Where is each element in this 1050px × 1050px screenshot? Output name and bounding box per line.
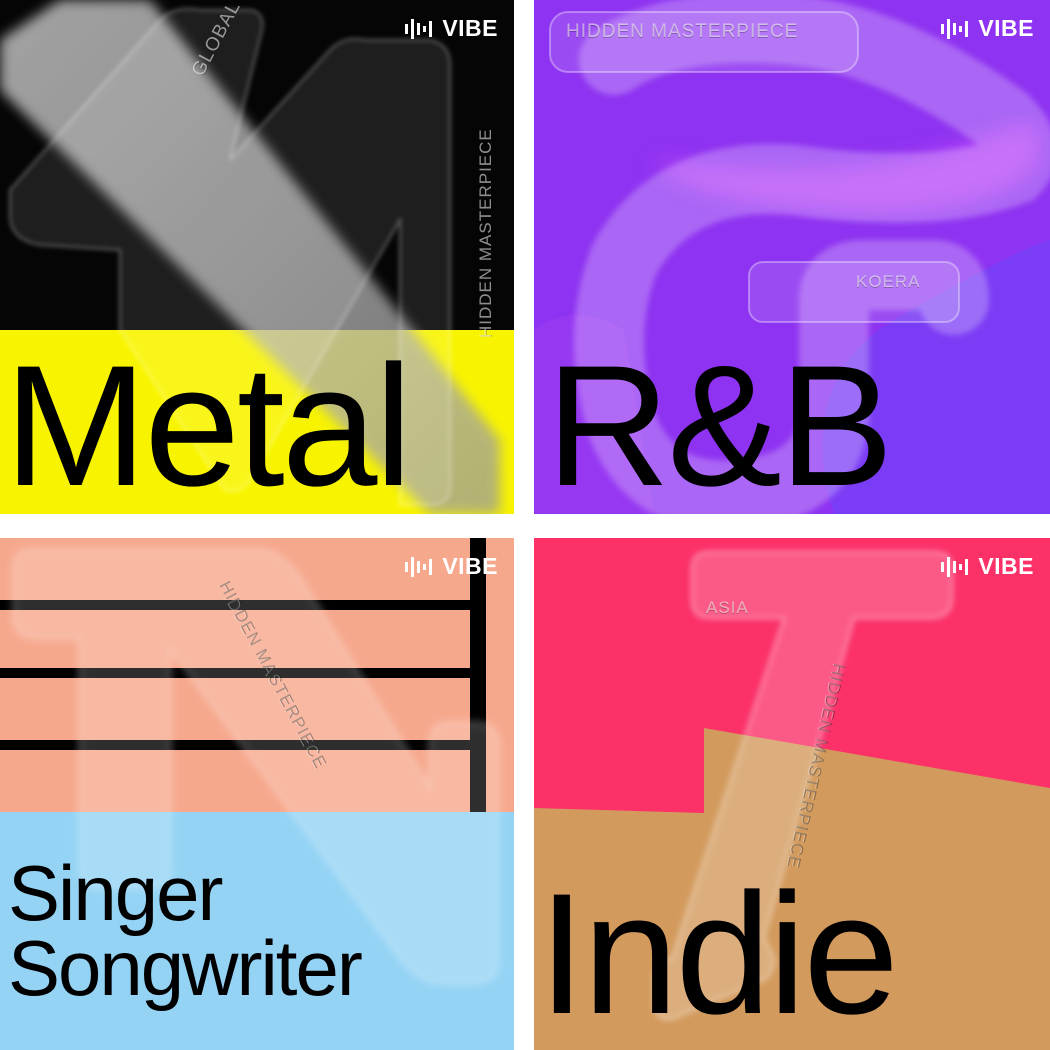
equalizer-bars-icon <box>941 18 969 39</box>
equalizer-bars-icon <box>941 556 969 577</box>
region-label: ASIA <box>706 598 749 617</box>
equalizer-bars-icon <box>405 556 433 577</box>
cover-metal[interactable]: Metal GLOBAL HIDDEN MASTERPIECE VIBE <box>0 0 514 514</box>
brand-name: VIBE <box>442 15 498 41</box>
vibe-logo: VIBE <box>405 15 498 42</box>
brand-name: VIBE <box>978 553 1034 579</box>
genre-title: Metal <box>4 330 413 514</box>
genre-line-1: Singer <box>8 849 223 937</box>
vibe-logo: VIBE <box>941 15 1034 42</box>
vibe-logo: VIBE <box>941 553 1034 580</box>
vibe-logo: VIBE <box>405 553 498 580</box>
genre-title: R&B <box>546 330 894 514</box>
series-label: HIDDEN MASTERPIECE <box>476 128 495 338</box>
series-label: HIDDEN MASTERPIECE <box>566 21 799 42</box>
cover-indie[interactable]: Indie ASIA HIDDEN MASTERPIECE VIBE <box>534 538 1050 1050</box>
cover-rnb[interactable]: R&B HIDDEN MASTERPIECE KOERA VIBE <box>534 0 1050 514</box>
genre-line-2: Songwriter <box>8 923 363 1012</box>
genre-title: Singer Songwriter <box>8 849 363 1012</box>
cover-singer-songwriter[interactable]: Singer Songwriter HIDDEN MASTERPIECE VIB… <box>0 538 514 1050</box>
genre-title: Indie <box>538 858 899 1050</box>
brand-name: VIBE <box>978 15 1034 41</box>
brand-name: VIBE <box>442 553 498 579</box>
region-label: KOERA <box>856 272 921 291</box>
equalizer-bars-icon <box>405 18 433 39</box>
